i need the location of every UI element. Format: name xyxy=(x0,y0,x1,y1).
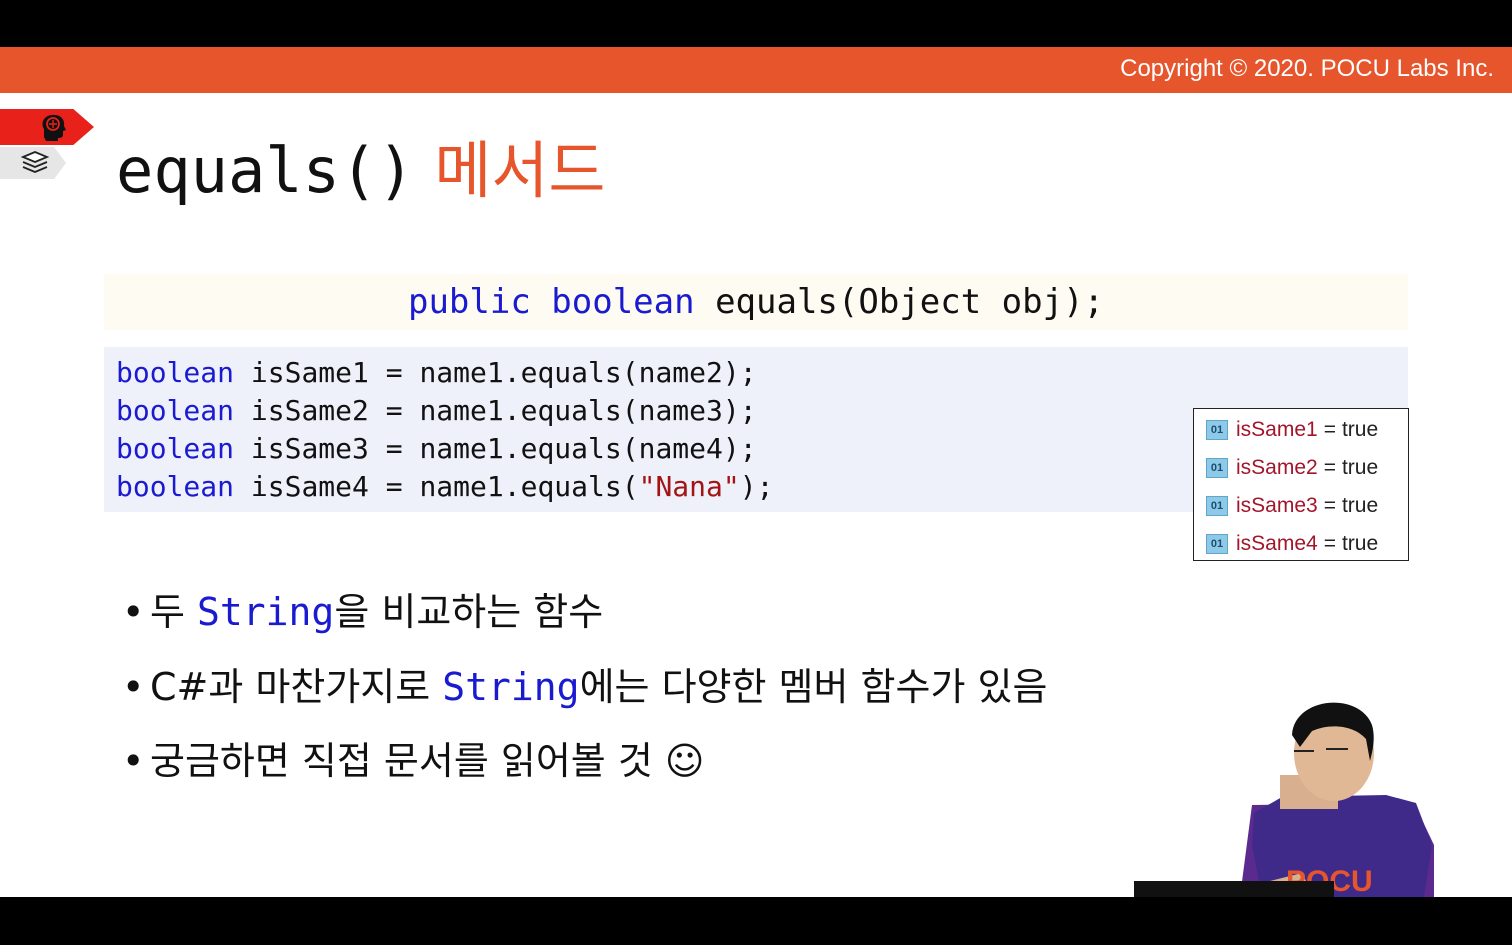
debug-equals: = xyxy=(1323,456,1336,479)
debug-var-value: true xyxy=(1341,494,1379,517)
bullet-item: • C#과 마찬가지로 String에는 다양한 멤버 함수가 있음 xyxy=(122,663,1047,711)
debug-var-value: true xyxy=(1341,418,1379,441)
presenter-video: POCU xyxy=(1134,702,1434,897)
code-line: boolean isSame4 = name1.equals("Nana"); xyxy=(116,470,773,504)
code-string: "Nana" xyxy=(638,470,740,503)
slide-title: equals() 메서드 xyxy=(116,133,605,209)
debug-var-name: isSame3 xyxy=(1236,494,1318,517)
letterbox-top xyxy=(0,0,1512,47)
variable-icon: 01 xyxy=(1206,496,1228,516)
code-text: isSame2 = name1.equals(name3); xyxy=(234,394,757,427)
header-band: Copyright © 2020. POCU Labs Inc. xyxy=(0,47,1512,93)
debug-row: 01 isSame1 = true xyxy=(1206,417,1378,443)
book-stack-icon xyxy=(20,151,50,173)
debug-var-name: isSame1 xyxy=(1236,418,1318,441)
debug-var-value: true xyxy=(1341,532,1379,555)
debug-row: 01 isSame3 = true xyxy=(1206,493,1378,519)
debug-variables-panel: 01 isSame1 = true 01 isSame2 = true 01 isSam… xyxy=(1193,408,1409,561)
variable-icon: 01 xyxy=(1206,420,1228,440)
bullet-dot: • xyxy=(122,739,145,783)
copyright-text: Copyright © 2020. POCU Labs Inc. xyxy=(1120,55,1494,82)
bullet-code: String xyxy=(197,590,335,634)
bullet-text-end: 을 비교하는 함수 xyxy=(334,590,604,634)
code-text-end: ); xyxy=(739,470,774,503)
debug-equals: = xyxy=(1323,494,1336,517)
title-korean: 메서드 xyxy=(434,134,606,207)
sig-public: public xyxy=(407,282,531,322)
brain-icon xyxy=(42,114,66,141)
code-line: boolean isSame1 = name1.equals(name2); xyxy=(116,356,757,390)
slide: Copyright © 2020. POCU Labs Inc. equals(… xyxy=(0,47,1512,897)
sig-rest: equals(Object obj); xyxy=(715,282,1105,322)
code-text: isSame1 = name1.equals(name2); xyxy=(234,356,757,389)
bullet-text: C#과 마찬가지로 xyxy=(150,665,443,709)
debug-var-name: isSame4 xyxy=(1236,532,1318,555)
method-signature: public boolean equals(Object obj); xyxy=(104,282,1408,322)
bullet-item: • 두 String을 비교하는 함수 xyxy=(122,588,603,636)
bullet-item: • 궁금하면 직접 문서를 읽어볼 것 ☺ xyxy=(122,737,705,785)
bullet-text: 두 xyxy=(150,590,198,634)
letterbox-bottom xyxy=(0,897,1512,945)
sig-boolean: boolean xyxy=(551,282,695,322)
bullet-code: String xyxy=(442,665,580,709)
code-line: boolean isSame3 = name1.equals(name4); xyxy=(116,432,757,466)
bullet-text: 궁금하면 직접 문서를 읽어볼 것 ☺ xyxy=(150,739,705,783)
debug-row: 01 isSame4 = true xyxy=(1206,531,1378,557)
code-text: isSame4 = name1.equals( xyxy=(234,470,639,503)
bullet-dot: • xyxy=(122,590,145,634)
code-keyword: boolean xyxy=(116,356,235,389)
code-line: boolean isSame2 = name1.equals(name3); xyxy=(116,394,757,428)
variable-icon: 01 xyxy=(1206,458,1228,478)
debug-equals: = xyxy=(1323,418,1336,441)
variable-icon: 01 xyxy=(1206,534,1228,554)
bullet-dot: • xyxy=(122,665,145,709)
code-text: isSame3 = name1.equals(name4); xyxy=(234,432,757,465)
code-keyword: boolean xyxy=(116,432,235,465)
debug-row: 01 isSame2 = true xyxy=(1206,455,1378,481)
bullet-text-end: 에는 다양한 멤버 함수가 있음 xyxy=(579,665,1048,709)
debug-var-value: true xyxy=(1341,456,1379,479)
signature-box: public boolean equals(Object obj); xyxy=(104,274,1408,330)
code-keyword: boolean xyxy=(116,394,235,427)
title-code: equals() xyxy=(116,134,415,207)
code-keyword: boolean xyxy=(116,470,235,503)
debug-equals: = xyxy=(1323,532,1336,555)
debug-var-name: isSame2 xyxy=(1236,456,1318,479)
